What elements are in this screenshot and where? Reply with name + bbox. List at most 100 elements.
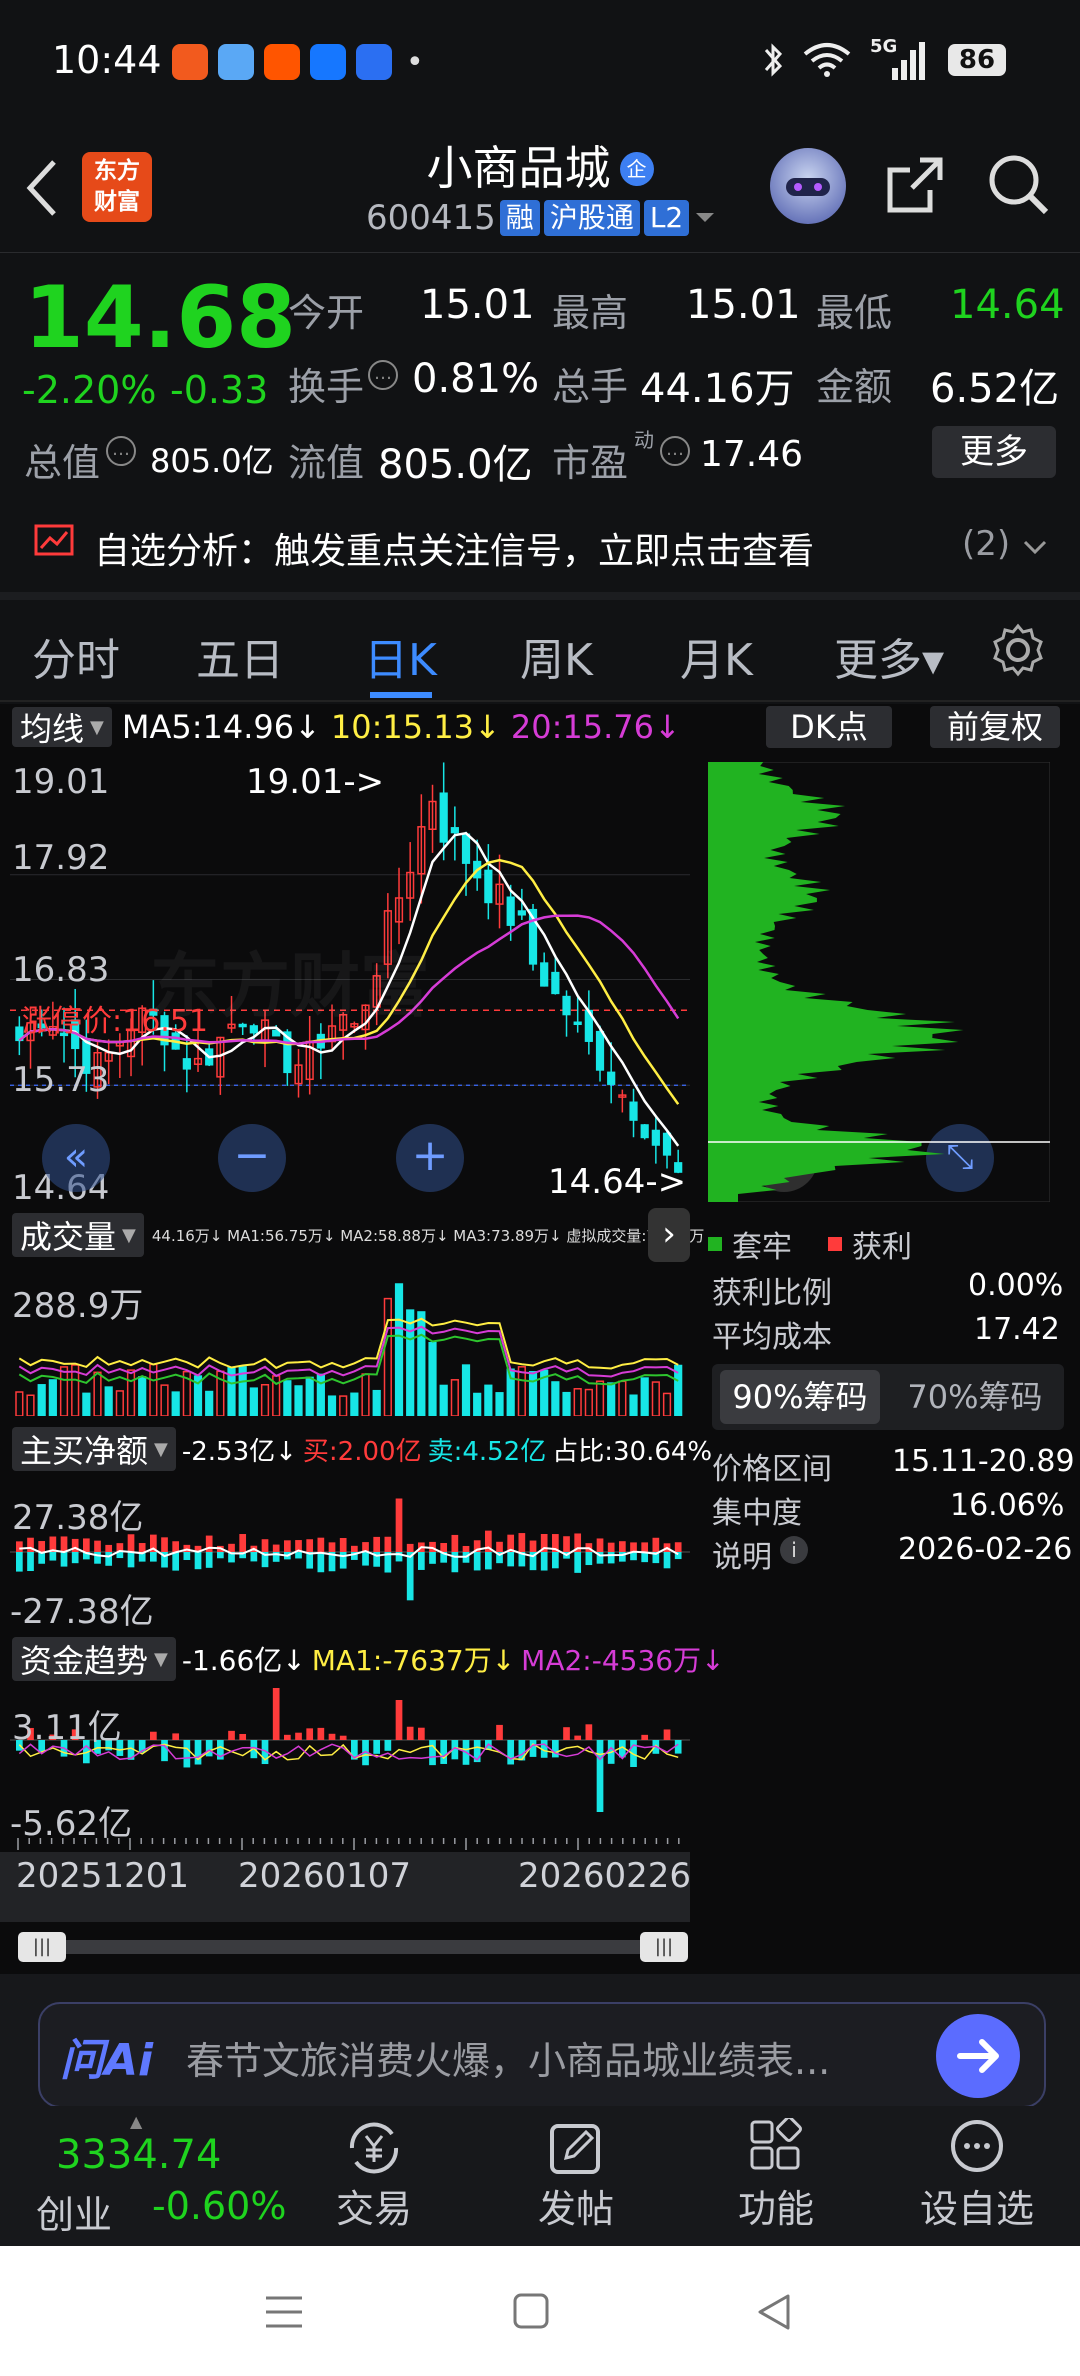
more-button[interactable]: 更多 bbox=[932, 426, 1056, 478]
netbuy-bar-positive bbox=[440, 1543, 448, 1552]
nav-function[interactable]: 功能 bbox=[730, 2118, 822, 2233]
index-change[interactable]: -0.60% bbox=[152, 2184, 286, 2228]
battery-indicator: 86 bbox=[948, 44, 1006, 76]
volume-indicator-select[interactable]: 成交量 ▼ bbox=[12, 1213, 144, 1257]
divider bbox=[0, 700, 1080, 702]
netbuy-bar-negative bbox=[172, 1552, 180, 1571]
chip-area bbox=[708, 762, 964, 1202]
float-value: 805.0亿 bbox=[378, 442, 533, 488]
nav-trade[interactable]: 交易 bbox=[328, 2118, 420, 2233]
chip-tabs: 90%筹码 70%筹码 bbox=[712, 1364, 1064, 1430]
chevron-down-icon[interactable] bbox=[693, 208, 717, 228]
tab-5[interactable]: 更多▾ bbox=[834, 624, 944, 688]
fund-bar-positive bbox=[641, 1734, 649, 1740]
note-date: 2026-02-26 bbox=[898, 1532, 1073, 1567]
trapped-legend-swatch bbox=[708, 1237, 722, 1251]
fund-header: 资金趋势 ▼ -1.66亿↓ MA1:-7637万↓ MA2:-4536万↓ bbox=[12, 1636, 725, 1682]
range-slider-left-handle[interactable]: ||| bbox=[18, 1932, 66, 1962]
profit-ratio-value: 0.00% bbox=[968, 1268, 1064, 1303]
mktcap-info-icon[interactable]: … bbox=[106, 436, 136, 466]
tab-1[interactable]: 五日 bbox=[196, 624, 284, 688]
fund-bar-negative bbox=[205, 1740, 213, 1757]
fund-bar-positive bbox=[306, 1728, 314, 1740]
zoom-out-button[interactable]: − bbox=[218, 1124, 286, 1192]
change-pct: -2.20% bbox=[22, 368, 157, 412]
netbuy-bar-positive bbox=[228, 1543, 235, 1552]
volume-bar bbox=[305, 1376, 314, 1416]
chip-distribution-chart[interactable] bbox=[708, 762, 1050, 1202]
change-amt: -0.33 bbox=[170, 368, 269, 412]
date-axis-ticks bbox=[17, 1838, 680, 1850]
ai-logo: 问Ai bbox=[60, 2035, 154, 2086]
share-icon[interactable] bbox=[884, 154, 946, 216]
tab-3[interactable]: 周K bbox=[520, 624, 593, 688]
candle-body bbox=[629, 1101, 638, 1121]
low-label: 最低 bbox=[816, 291, 893, 335]
netbuy-bar-positive bbox=[83, 1538, 90, 1552]
netbuy-bar-positive bbox=[563, 1536, 570, 1552]
fund-bar-positive bbox=[496, 1724, 503, 1740]
netbuy-header: 主买净额 ▼ -2.53亿↓ 买:2.00亿 卖:4.52亿 占比:30.64% bbox=[12, 1426, 712, 1472]
chip-tab-90[interactable]: 90%筹码 bbox=[720, 1370, 880, 1424]
fund-indicator-select[interactable]: 资金趋势 ▼ bbox=[12, 1637, 176, 1681]
index-name[interactable]: 创业 bbox=[36, 2184, 112, 2239]
candle-body bbox=[551, 971, 560, 995]
chevron-right-icon[interactable]: › bbox=[648, 1208, 690, 1262]
ai-send-button[interactable] bbox=[936, 2014, 1020, 2098]
zoom-in-button[interactable]: + bbox=[396, 1124, 464, 1192]
fund-bar-positive bbox=[228, 1730, 235, 1740]
price-adjust-button[interactable]: 前复权 bbox=[930, 706, 1060, 748]
period-tabs: 分时 五日 日K 周K 月K 更多▾ bbox=[0, 600, 1080, 700]
back-icon[interactable] bbox=[754, 2292, 794, 2332]
ai-question-bar[interactable]: 问Ai 春节文旅消费火爆，小商品城业绩表... bbox=[38, 2002, 1046, 2108]
tab-4[interactable]: 月K bbox=[680, 624, 753, 688]
netbuy-buy: 买:2.00亿 bbox=[302, 1436, 422, 1467]
home-icon[interactable] bbox=[512, 2292, 550, 2330]
volume-bar bbox=[372, 1389, 381, 1416]
search-icon[interactable] bbox=[986, 152, 1052, 218]
menu-icon[interactable] bbox=[264, 2294, 304, 2330]
volume-bar bbox=[260, 1384, 270, 1416]
netbuy-bar-positive bbox=[284, 1540, 291, 1552]
volume-bar bbox=[484, 1384, 493, 1416]
candle-body bbox=[506, 896, 515, 926]
netbuy-indicator-select[interactable]: 主买净额 ▼ bbox=[12, 1427, 176, 1471]
netbuy-bar-positive bbox=[674, 1542, 682, 1552]
scroll-left-button[interactable]: « bbox=[42, 1124, 110, 1192]
chip-tab-70[interactable]: 70%筹码 bbox=[892, 1370, 1058, 1424]
volume-label: 总手 bbox=[552, 365, 629, 409]
ai-prompt-text: 春节文旅消费火爆，小商品城业绩表... bbox=[186, 2039, 831, 2083]
index-value[interactable]: 3334.74 bbox=[56, 2132, 221, 2178]
netbuy-value: -2.53亿↓ bbox=[181, 1436, 297, 1467]
netbuy-bar-negative bbox=[49, 1552, 57, 1561]
volume-bar bbox=[339, 1395, 348, 1416]
fund-bar-positive bbox=[574, 1735, 582, 1740]
pe-info-icon[interactable]: … bbox=[660, 436, 690, 466]
netbuy-bar-negative bbox=[540, 1552, 548, 1571]
netbuy-bar-negative bbox=[317, 1552, 325, 1573]
notice-row[interactable]: 自选分析：触发重点关注信号，立即点击查看 (2) bbox=[0, 500, 1080, 590]
netbuy-bar-negative bbox=[205, 1552, 213, 1568]
y-tick: 19.01 bbox=[12, 762, 110, 802]
nav-post[interactable]: 发帖 bbox=[530, 2118, 622, 2233]
nav-add-watchlist-label: 设自选 bbox=[919, 2187, 1034, 2231]
volume-bar bbox=[607, 1382, 616, 1416]
turnover-info-icon[interactable]: … bbox=[368, 360, 398, 390]
netbuy-bar-positive bbox=[328, 1542, 336, 1552]
netbuy-bar-positive bbox=[272, 1544, 280, 1552]
volume-bar bbox=[551, 1381, 560, 1416]
indicator-select[interactable]: 均线 ▼ bbox=[12, 707, 112, 748]
gear-icon[interactable] bbox=[990, 622, 1046, 678]
robot-assistant-icon[interactable] bbox=[770, 148, 846, 224]
status-bar: 10:44 • 5G 86 bbox=[0, 0, 1080, 120]
dk-point-button[interactable]: DK点 bbox=[766, 706, 892, 748]
candle-body bbox=[573, 1021, 582, 1026]
range-slider-track[interactable] bbox=[18, 1940, 686, 1954]
netbuy-bar-negative bbox=[574, 1552, 582, 1573]
info-icon[interactable]: i bbox=[780, 1536, 808, 1564]
nav-add-watchlist[interactable]: 设自选 bbox=[912, 2118, 1042, 2233]
fund-bar-positive bbox=[317, 1727, 325, 1740]
range-slider-right-handle[interactable]: ||| bbox=[640, 1932, 688, 1962]
tab-0[interactable]: 分时 bbox=[32, 624, 120, 688]
tab-2[interactable]: 日K bbox=[364, 624, 437, 688]
